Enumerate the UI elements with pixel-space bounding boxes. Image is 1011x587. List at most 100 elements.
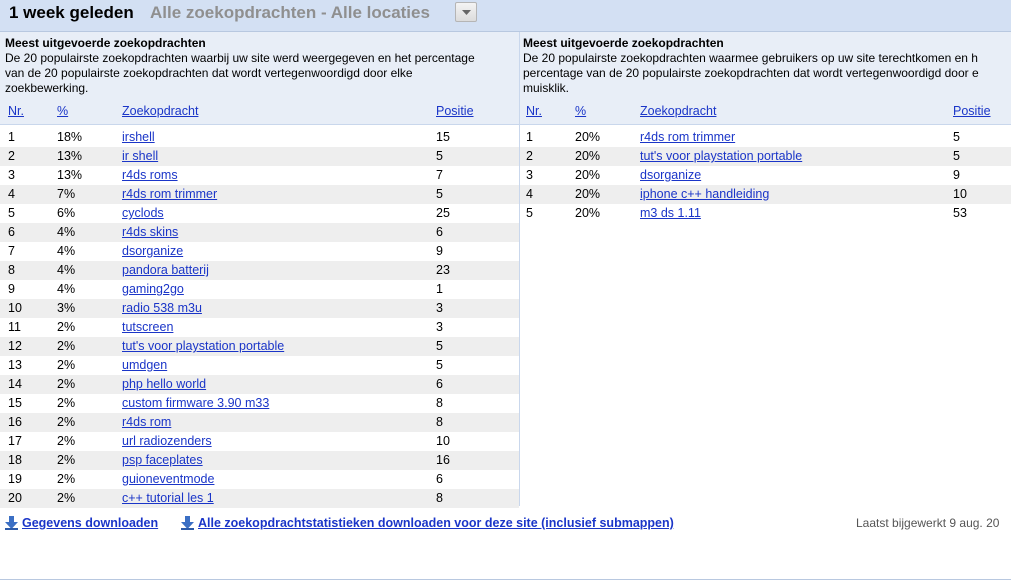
table-row: 4 20% iphone c++ handleiding 10 — [520, 185, 1011, 204]
table-row: 10 3% radio 538 m3u 3 — [0, 299, 519, 318]
row-query-link-cell: guioneventmode — [122, 470, 214, 489]
row-query-link-cell: ir shell — [122, 147, 158, 166]
col-header-query[interactable]: Zoekopdracht — [122, 104, 198, 118]
row-query-link-cell: tut's voor playstation portable — [122, 337, 284, 356]
row-query-link[interactable]: r4ds rom trimmer — [122, 187, 217, 201]
table-row: 4 7% r4ds rom trimmer 5 — [0, 185, 519, 204]
row-query-link-cell: r4ds roms — [122, 166, 178, 185]
row-rank: 9 — [8, 282, 15, 296]
table-row: 20 2% c++ tutorial les 1 8 — [0, 489, 519, 508]
row-query-link-cell: tutscreen — [122, 318, 173, 337]
table-row: 13 2% umdgen 5 — [0, 356, 519, 375]
row-query-link[interactable]: radio 538 m3u — [122, 301, 202, 315]
row-query-link[interactable]: guioneventmode — [122, 472, 214, 486]
row-query-link[interactable]: tut's voor playstation portable — [640, 149, 802, 163]
row-query-link[interactable]: gaming2go — [122, 282, 184, 296]
row-percent: 6% — [57, 206, 76, 220]
row-query-link[interactable]: tut's voor playstation portable — [122, 339, 284, 353]
row-query-link-cell: radio 538 m3u — [122, 299, 202, 318]
download-arrow-icon — [5, 516, 18, 530]
description-line: percentage van de 20 populairste zoekopd… — [523, 66, 979, 80]
row-position: 10 — [953, 187, 967, 201]
download-all-stats-link[interactable]: Alle zoekopdrachtstatistieken downloaden… — [181, 516, 674, 530]
row-query-link[interactable]: ir shell — [122, 149, 158, 163]
row-query-link[interactable]: r4ds roms — [122, 168, 178, 182]
row-query-link[interactable]: r4ds skins — [122, 225, 178, 239]
divider — [0, 579, 1011, 580]
col-header-nr[interactable]: Nr. — [526, 104, 542, 118]
row-rank: 2 — [8, 149, 15, 163]
row-percent: 13% — [57, 168, 83, 182]
row-query-link-cell: r4ds rom — [122, 413, 171, 432]
row-query-link-cell: dsorganize — [122, 242, 183, 261]
row-query-link-cell: r4ds skins — [122, 223, 178, 242]
column-headers: Nr. % Zoekopdracht Positie — [0, 104, 519, 120]
row-query-link[interactable]: r4ds rom — [122, 415, 171, 429]
row-position: 15 — [436, 130, 450, 144]
row-position: 3 — [436, 301, 443, 315]
row-rank: 18 — [8, 453, 22, 467]
row-query-link[interactable]: dsorganize — [122, 244, 183, 258]
row-percent: 20% — [575, 168, 601, 182]
row-percent: 13% — [57, 149, 83, 163]
table-row: 8 4% pandora batterij 23 — [0, 261, 519, 280]
row-query-link[interactable]: custom firmware 3.90 m33 — [122, 396, 269, 410]
row-query-link[interactable]: tutscreen — [122, 320, 173, 334]
table-row: 15 2% custom firmware 3.90 m33 8 — [0, 394, 519, 413]
row-rank: 12 — [8, 339, 22, 353]
row-query-link[interactable]: url radiozenders — [122, 434, 212, 448]
row-position: 23 — [436, 263, 450, 277]
panel-title: Meest uitgevoerde zoekopdrachten — [523, 36, 724, 50]
row-position: 8 — [436, 396, 443, 410]
col-header-nr[interactable]: Nr. — [8, 104, 24, 118]
row-query-link[interactable]: iphone c++ handleiding — [640, 187, 769, 201]
col-header-position[interactable]: Positie — [436, 104, 474, 118]
download-all-stats-label[interactable]: Alle zoekopdrachtstatistieken downloaden… — [198, 516, 674, 530]
panel-header: Meest uitgevoerde zoekopdrachten De 20 p… — [520, 32, 1011, 125]
row-query-link[interactable]: dsorganize — [640, 168, 701, 182]
download-data-link[interactable]: Gegevens downloaden — [5, 516, 158, 530]
table-row: 3 13% r4ds roms 7 — [0, 166, 519, 185]
row-position: 5 — [953, 149, 960, 163]
table-row: 16 2% r4ds rom 8 — [0, 413, 519, 432]
row-rank: 1 — [8, 130, 15, 144]
row-percent: 2% — [57, 453, 76, 467]
row-query-link[interactable]: php hello world — [122, 377, 206, 391]
row-query-link[interactable]: irshell — [122, 130, 155, 144]
row-query-link-cell: umdgen — [122, 356, 167, 375]
row-percent: 2% — [57, 434, 76, 448]
filter-dropdown-button[interactable] — [455, 2, 477, 22]
row-query-link[interactable]: cyclods — [122, 206, 164, 220]
download-data-label[interactable]: Gegevens downloaden — [22, 516, 158, 530]
row-rank: 5 — [526, 206, 533, 220]
last-updated-text: Laatst bijgewerkt 9 aug. 20 — [856, 516, 1000, 530]
panel-title: Meest uitgevoerde zoekopdrachten — [5, 36, 206, 50]
table-row: 6 4% r4ds skins 6 — [0, 223, 519, 242]
row-query-link[interactable]: c++ tutorial les 1 — [122, 491, 214, 505]
row-position: 53 — [953, 206, 967, 220]
row-query-link[interactable]: psp faceplates — [122, 453, 203, 467]
row-position: 5 — [953, 130, 960, 144]
query-location-filter[interactable]: Alle zoekopdrachten - Alle locaties — [150, 3, 430, 23]
row-rank: 17 — [8, 434, 22, 448]
col-header-percent[interactable]: % — [57, 104, 68, 118]
row-query-link[interactable]: m3 ds 1.11 — [640, 206, 701, 220]
row-query-link[interactable]: r4ds rom trimmer — [640, 130, 735, 144]
query-table-body: 1 18% irshell 15 2 13% ir shell 5 3 13% r4ds roms 7… — [0, 125, 519, 508]
col-header-percent[interactable]: % — [575, 104, 586, 118]
row-rank: 1 — [526, 130, 533, 144]
row-rank: 13 — [8, 358, 22, 372]
row-query-link-cell: tut's voor playstation portable — [640, 147, 802, 166]
row-rank: 11 — [8, 320, 21, 334]
top-search-queries-panel: Meest uitgevoerde zoekopdrachten De 20 p… — [0, 32, 520, 508]
row-percent: 20% — [575, 149, 601, 163]
row-rank: 4 — [526, 187, 533, 201]
row-query-link-cell: r4ds rom trimmer — [122, 185, 217, 204]
row-rank: 2 — [526, 149, 533, 163]
row-query-link-cell: php hello world — [122, 375, 206, 394]
col-header-query[interactable]: Zoekopdracht — [640, 104, 716, 118]
row-query-link[interactable]: pandora batterij — [122, 263, 209, 277]
row-query-link[interactable]: umdgen — [122, 358, 167, 372]
col-header-position[interactable]: Positie — [953, 104, 991, 118]
row-position: 16 — [436, 453, 450, 467]
